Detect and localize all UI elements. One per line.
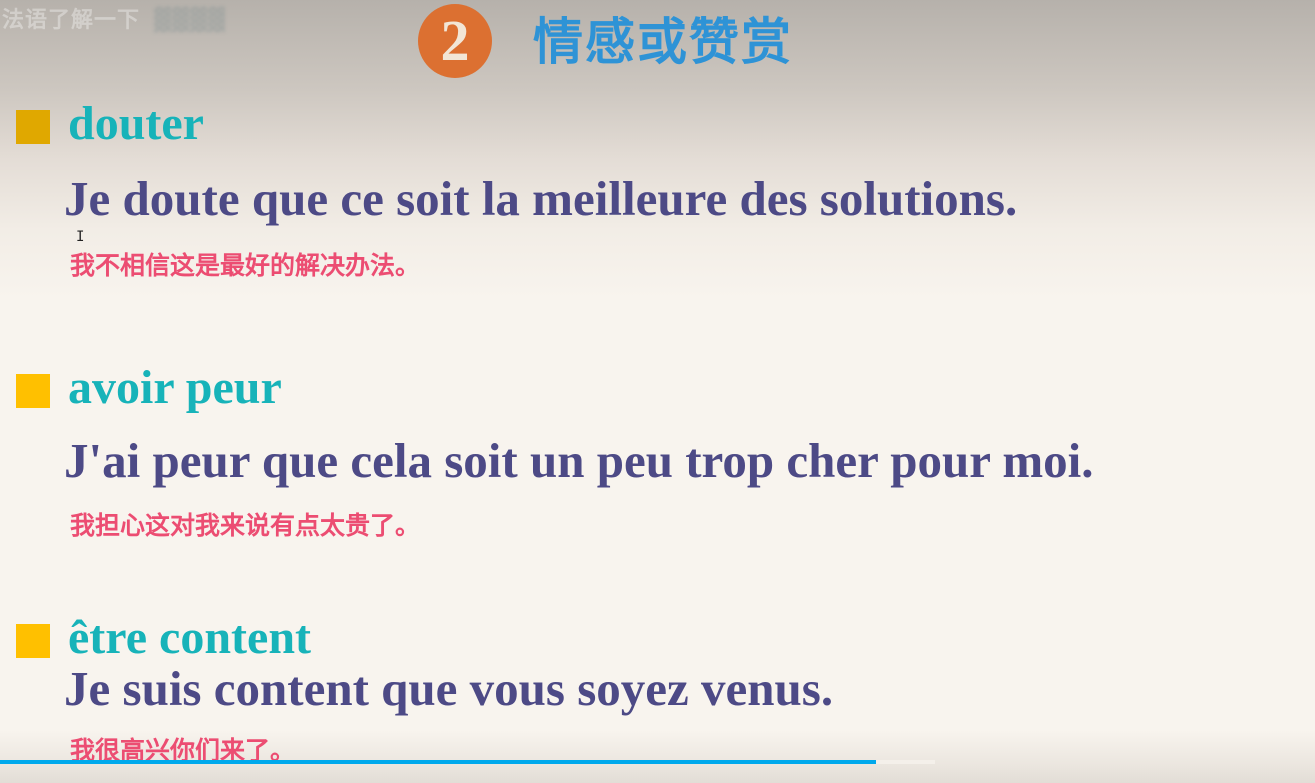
item-heading: douter xyxy=(68,97,204,150)
played-bar[interactable] xyxy=(0,760,876,764)
french-sentence: Je doute que ce soit la meilleure des so… xyxy=(64,171,1018,226)
bullet-square-icon xyxy=(16,374,50,408)
bullet-square-icon xyxy=(16,110,50,144)
section-number-badge: 2 xyxy=(418,4,492,78)
slide-title: 情感或赞赏 xyxy=(533,13,793,71)
video-progress-bar[interactable] xyxy=(0,760,1315,764)
french-sentence: J'ai peur que cela soit un peu trop cher… xyxy=(64,433,1094,488)
watermark-text: 法语了解一下 xyxy=(2,8,141,33)
chinese-translation: 我担心这对我来说有点太贵了。 xyxy=(70,511,421,540)
channel-watermark: 法语了解一下 ▓▓▓▓ xyxy=(2,2,226,34)
text-cursor-icon: I xyxy=(76,229,85,245)
item-heading: être content xyxy=(68,611,311,664)
french-sentence: Je suis content que vous soyez venus. xyxy=(64,661,834,716)
watermark-blurred: ▓▓▓▓ xyxy=(154,8,226,33)
bullet-square-icon xyxy=(16,624,50,658)
item-heading: avoir peur xyxy=(68,361,282,414)
chinese-translation: 我不相信这是最好的解决办法。 xyxy=(70,251,421,280)
